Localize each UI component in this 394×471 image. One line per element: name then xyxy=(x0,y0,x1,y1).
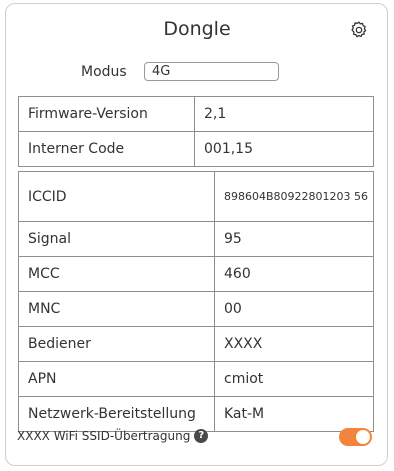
table-key: MCC xyxy=(18,256,215,292)
table-row: Signal 95 xyxy=(18,221,374,257)
table-key: Netzwerk-Bereitstellung xyxy=(18,396,215,432)
table-value: cmiot xyxy=(214,361,374,397)
table-value: 95 xyxy=(214,221,374,257)
gear-icon[interactable] xyxy=(349,20,369,40)
table-value: 001,15 xyxy=(194,131,374,167)
table-row: APN cmiot xyxy=(18,361,374,397)
table-row: MCC 460 xyxy=(18,256,374,292)
wifi-broadcast-label: XXXX WiFi SSID-Übertragung xyxy=(17,429,191,443)
wifi-broadcast-row: XXXX WiFi SSID-Übertragung ? xyxy=(17,429,209,443)
table-row: Bediener XXXX xyxy=(18,326,374,362)
table-value: 898604B80922801203 56 xyxy=(214,171,374,222)
mode-label: Modus xyxy=(81,64,127,80)
table-key: ICCID xyxy=(18,171,215,222)
mode-select[interactable]: 4G xyxy=(144,62,279,81)
table-value: XXXX xyxy=(214,326,374,362)
table-key: APN xyxy=(18,361,215,397)
table-key: Signal xyxy=(18,221,215,257)
network-table: ICCID 898604B80922801203 56 Signal 95 MC… xyxy=(18,171,374,432)
table-key: Interner Code xyxy=(18,131,195,167)
toggle-knob xyxy=(356,430,370,444)
table-row: Firmware-Version 2,1 xyxy=(18,96,374,132)
table-row: MNC 00 xyxy=(18,291,374,327)
table-value: 00 xyxy=(214,291,374,327)
firmware-table: Firmware-Version 2,1 Interner Code 001,1… xyxy=(18,96,374,167)
iccid-value: 898604B80922801203 56 xyxy=(224,190,369,203)
table-row: Netzwerk-Bereitstellung Kat-M xyxy=(18,396,374,432)
page-title: Dongle xyxy=(163,18,231,40)
table-key: MNC xyxy=(18,291,215,327)
question-icon[interactable]: ? xyxy=(194,429,209,443)
table-row: ICCID 898604B80922801203 56 xyxy=(18,171,374,222)
table-value: 2,1 xyxy=(194,96,374,132)
table-row: Interner Code 001,15 xyxy=(18,131,374,167)
table-value: Kat-M xyxy=(214,396,374,432)
wifi-broadcast-toggle[interactable] xyxy=(339,428,372,446)
table-value: 460 xyxy=(214,256,374,292)
table-key: Firmware-Version xyxy=(18,96,195,132)
table-key: Bediener xyxy=(18,326,215,362)
